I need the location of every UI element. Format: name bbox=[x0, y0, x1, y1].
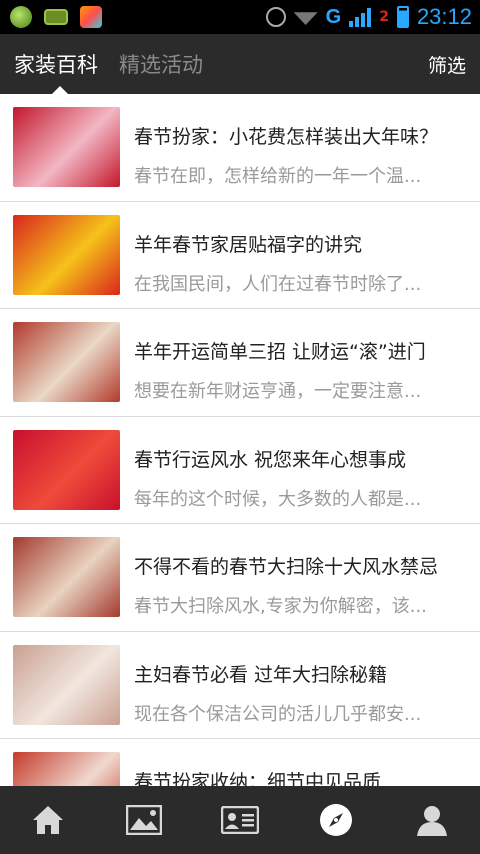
article-thumbnail bbox=[13, 429, 120, 510]
article-list[interactable]: 春节扮家：小花费怎样装出大年味？ 春节在即，怎样给新的一年一个温... 羊年春节… bbox=[0, 94, 480, 786]
article-thumbnail bbox=[13, 537, 120, 617]
user-icon bbox=[417, 806, 447, 836]
article-thumbnail bbox=[13, 322, 120, 402]
battery-icon bbox=[396, 6, 409, 28]
article-thumbnail bbox=[13, 214, 120, 295]
notification-icons bbox=[10, 6, 102, 28]
signal-icon bbox=[349, 7, 372, 27]
list-item[interactable]: 不得不看的春节大扫除十大风水禁忌 春节大扫除风水,专家为你解密，该... bbox=[0, 524, 480, 632]
tab-encyclopedia[interactable]: 家装百科 bbox=[14, 49, 98, 79]
sim-badge: 2 bbox=[379, 9, 389, 25]
list-item[interactable]: 春节扮家收纳：细节中见品质 bbox=[0, 739, 480, 786]
list-item[interactable]: 春节行运风水 祝您来年心想事成 每年的这个时候，大多数的人都是... bbox=[0, 417, 480, 524]
article-title: 春节扮家收纳：细节中见品质 bbox=[134, 771, 382, 786]
article-title: 主妇春节必看 过年大扫除秘籍 bbox=[134, 663, 388, 686]
article-summary: 想要在新年财运亨通，一定要注意... bbox=[134, 381, 422, 402]
article-thumbnail bbox=[13, 107, 120, 187]
app-notification-icon bbox=[10, 6, 32, 28]
article-summary: 在我国民间，人们在过春节时除了... bbox=[134, 273, 422, 295]
clock-time: 23:12 bbox=[416, 4, 472, 29]
article-title: 春节行运风水 祝您来年心想事成 bbox=[134, 448, 407, 471]
system-icons: G 2 23:12 bbox=[265, 2, 472, 32]
article-title: 春节扮家：小花费怎样装出大年味？ bbox=[134, 126, 439, 148]
article-title: 羊年开运简单三招 让财运“滚”进门 bbox=[134, 341, 426, 363]
list-item[interactable]: 主妇春节必看 过年大扫除秘籍 现在各个保洁公司的活儿几乎都安... bbox=[0, 632, 480, 739]
list-item[interactable]: 春节扮家：小花费怎样装出大年味？ 春节在即，怎样给新的一年一个温... bbox=[0, 94, 480, 202]
sim-notification-icon bbox=[44, 9, 68, 25]
tab-activities[interactable]: 精选活动 bbox=[119, 49, 203, 79]
article-summary: 每年的这个时候，大多数的人都是... bbox=[134, 488, 422, 510]
network-type: G bbox=[325, 5, 342, 28]
article-summary: 春节大扫除风水,专家为你解密，该... bbox=[134, 596, 427, 617]
contact-card-icon bbox=[221, 806, 259, 834]
nav-home[interactable] bbox=[0, 786, 96, 854]
list-item[interactable]: 羊年春节家居贴福字的讲究 在我国民间，人们在过春节时除了... bbox=[0, 202, 480, 309]
bottom-nav bbox=[0, 786, 480, 854]
article-thumbnail bbox=[13, 644, 120, 725]
top-bar: 家装百科 精选活动 筛选 bbox=[0, 34, 480, 94]
article-title: 羊年春节家居贴福字的讲究 bbox=[134, 233, 363, 256]
list-item[interactable]: 羊年开运简单三招 让财运“滚”进门 想要在新年财运亨通，一定要注意... bbox=[0, 309, 480, 417]
active-tab-indicator bbox=[52, 86, 68, 94]
filter-button[interactable]: 筛选 bbox=[428, 51, 466, 78]
compass-icon bbox=[320, 804, 352, 836]
nav-profile[interactable] bbox=[384, 786, 480, 854]
article-summary: 现在各个保洁公司的活儿几乎都安... bbox=[134, 703, 422, 725]
wifi-icon bbox=[293, 12, 318, 25]
status-bar: G 2 23:12 bbox=[0, 0, 480, 34]
home-icon bbox=[33, 806, 63, 834]
alarm-icon bbox=[265, 7, 286, 27]
app-store-notification-icon bbox=[80, 6, 102, 28]
nav-contacts[interactable] bbox=[192, 786, 288, 854]
gallery-icon bbox=[126, 805, 162, 835]
article-summary: 春节在即，怎样给新的一年一个温... bbox=[134, 166, 422, 187]
nav-discover[interactable] bbox=[288, 786, 384, 854]
article-thumbnail bbox=[13, 752, 120, 786]
article-title: 不得不看的春节大扫除十大风水禁忌 bbox=[134, 556, 439, 578]
nav-gallery[interactable] bbox=[96, 786, 192, 854]
